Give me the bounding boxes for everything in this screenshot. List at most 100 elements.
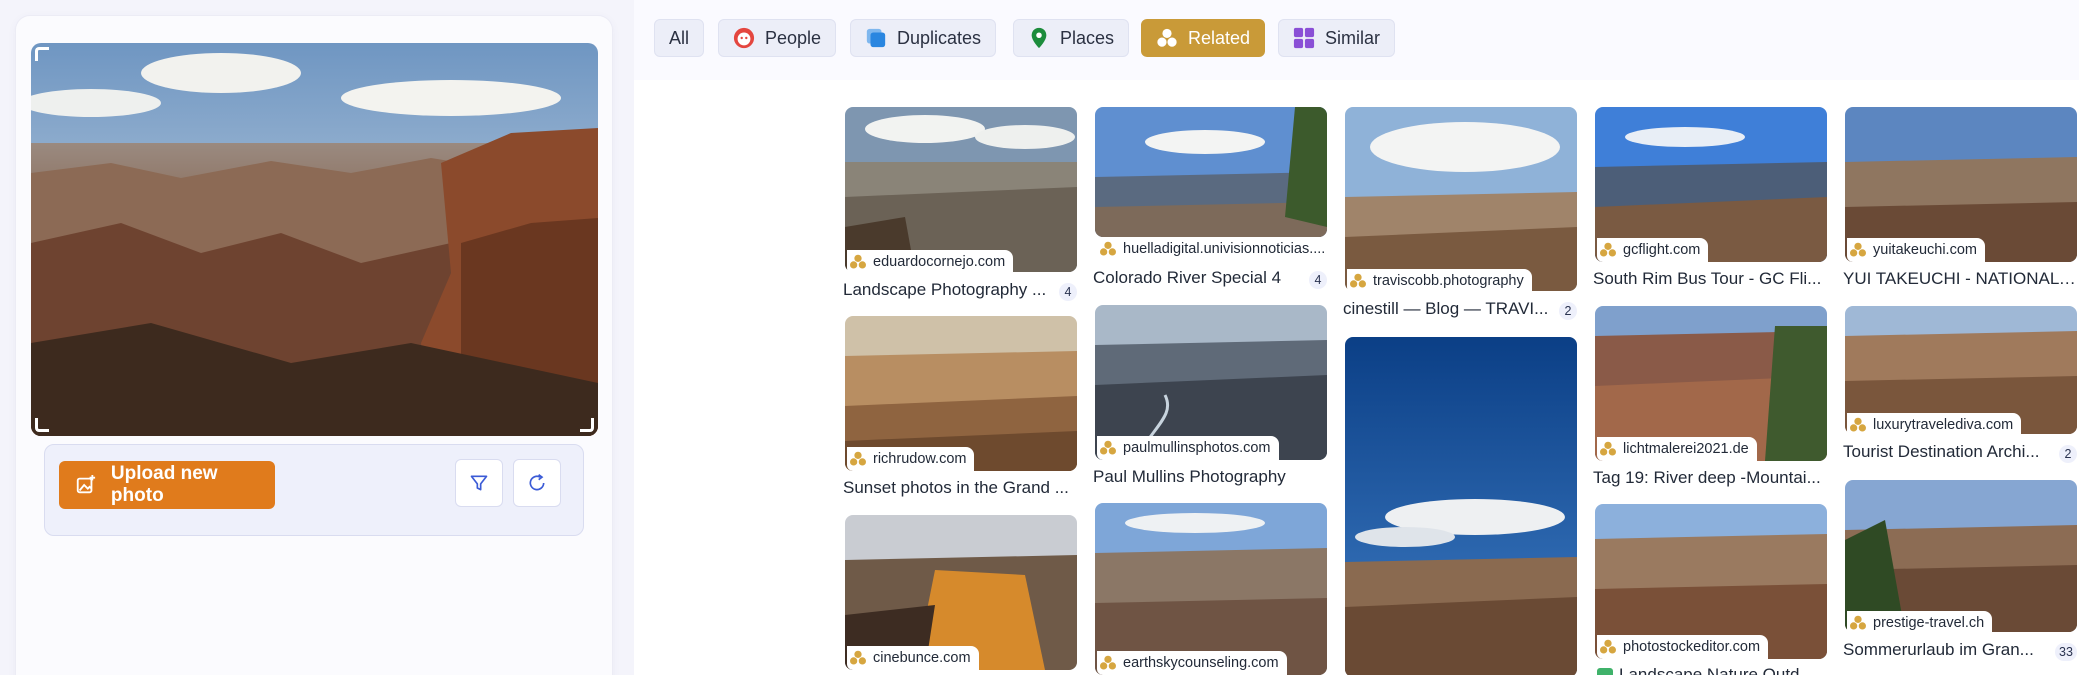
- source-domain: traviscobb.photography: [1373, 273, 1524, 289]
- result-source[interactable]: eduardocornejo.com: [847, 250, 1014, 274]
- result-thumbnail[interactable]: [845, 107, 1077, 272]
- filter-duplicates-tab[interactable]: Duplicates: [850, 19, 997, 57]
- source-domain: huelladigital.univisionnoticias....: [1123, 241, 1326, 257]
- result-source[interactable]: paulmullinsphotos.com: [1097, 436, 1279, 460]
- result-count-badge: 4: [1309, 271, 1327, 289]
- related-dots-icon: [1600, 242, 1616, 257]
- filter-label: Similar: [1325, 27, 1381, 48]
- result-caption[interactable]: Landscape Nature Outd...: [1619, 665, 1819, 675]
- result-thumbnail[interactable]: [1095, 107, 1327, 237]
- filter-similar-tab[interactable]: Similar: [1278, 19, 1396, 57]
- canyon-thumbnail: [845, 107, 1077, 272]
- filter-button[interactable]: [455, 459, 503, 507]
- result-source[interactable]: luxurytravelediva.com: [1847, 413, 2022, 437]
- result-count-badge: 4: [1059, 283, 1077, 301]
- result-source[interactable]: richrudow.com: [847, 447, 975, 471]
- filter-all-tab[interactable]: All: [654, 19, 705, 57]
- add-image-icon: [76, 474, 96, 494]
- source-domain: paulmullinsphotos.com: [1123, 440, 1271, 456]
- result-thumbnail[interactable]: [1345, 107, 1577, 291]
- duplicates-icon: [866, 28, 886, 48]
- related-dots-icon: [1157, 28, 1177, 47]
- result-caption[interactable]: Sunset photos in the Grand ...: [843, 478, 1077, 498]
- result-count-badge: 33: [2055, 643, 2077, 661]
- result-source[interactable]: cinebunce.com: [847, 646, 979, 670]
- result-count-badge: 2: [1559, 302, 1577, 320]
- source-domain: gcflight.com: [1623, 242, 1701, 258]
- source-domain: luxurytravelediva.com: [1873, 417, 2014, 433]
- upload-new-photo-button[interactable]: Upload new photo: [59, 461, 275, 509]
- uploaded-photo-preview: [31, 43, 598, 436]
- checkmark-icon: [1597, 668, 1613, 675]
- related-dots-icon: [1600, 639, 1616, 654]
- result-count-badge: 2: [2059, 445, 2077, 463]
- result-caption[interactable]: Paul Mullins Photography: [1093, 467, 1327, 487]
- canyon-thumbnail: [1345, 337, 1577, 675]
- related-dots-icon: [850, 650, 866, 665]
- upload-panel: Upload new photo: [16, 16, 612, 675]
- result-caption[interactable]: Tag 19: River deep -Mountai...: [1593, 468, 1827, 488]
- source-domain: lichtmalerei2021.de: [1623, 441, 1749, 457]
- canyon-thumbnail: [1095, 503, 1327, 675]
- crop-corner-icon: [580, 418, 594, 432]
- result-source[interactable]: lichtmalerei2021.de: [1597, 437, 1757, 461]
- related-dots-icon: [1100, 241, 1116, 256]
- result-source[interactable]: gcflight.com: [1597, 238, 1709, 262]
- source-domain: eduardocornejo.com: [873, 254, 1006, 270]
- source-domain: photostockeditor.com: [1623, 639, 1761, 655]
- result-thumbnail[interactable]: [1845, 480, 2077, 632]
- source-domain: yuitakeuchi.com: [1873, 242, 1977, 258]
- upload-toolbar: Upload new photo: [44, 444, 584, 536]
- canyon-photo: [31, 43, 598, 436]
- filter-people-tab[interactable]: People: [718, 19, 837, 57]
- filter-label: Duplicates: [897, 27, 982, 48]
- filter-bar: All People Duplicates Places Related Sim…: [634, 0, 2079, 80]
- related-dots-icon: [1850, 242, 1866, 257]
- canyon-thumbnail: [1095, 107, 1327, 237]
- result-caption[interactable]: Colorado River Special 4: [1093, 268, 1298, 288]
- result-caption[interactable]: South Rim Bus Tour - GC Fli...: [1593, 269, 1827, 289]
- canyon-thumbnail: [1345, 107, 1577, 291]
- related-dots-icon: [1100, 655, 1116, 670]
- crop-corner-icon: [35, 418, 49, 432]
- related-dots-icon: [1850, 615, 1866, 630]
- filter-label: People: [765, 27, 822, 48]
- related-dots-icon: [1100, 440, 1116, 455]
- map-pin-icon: [1031, 27, 1047, 49]
- related-dots-icon: [1600, 441, 1616, 456]
- result-source[interactable]: earthskycounseling.com: [1097, 651, 1287, 675]
- result-thumbnail[interactable]: [1345, 337, 1577, 675]
- result-source[interactable]: yuitakeuchi.com: [1847, 238, 1985, 262]
- result-source[interactable]: traviscobb.photography: [1347, 269, 1532, 293]
- result-thumbnail[interactable]: [1095, 503, 1327, 675]
- related-dots-icon: [1850, 417, 1866, 432]
- source-domain: cinebunce.com: [873, 650, 971, 666]
- results-area: All People Duplicates Places Related Sim…: [634, 0, 2079, 675]
- related-dots-icon: [1350, 273, 1366, 288]
- filter-label: Related: [1188, 27, 1251, 48]
- result-caption[interactable]: YUI TAKEUCHI - NATIONAL P...: [1843, 269, 2077, 289]
- result-caption[interactable]: Tourist Destination Archi...: [1843, 442, 2051, 462]
- result-caption[interactable]: cinestill — Blog — TRAVI...: [1343, 299, 1563, 319]
- result-source[interactable]: huelladigital.univisionnoticias....: [1097, 237, 1329, 261]
- result-source[interactable]: photostockeditor.com: [1597, 635, 1769, 659]
- filter-label: All: [669, 27, 690, 48]
- source-domain: richrudow.com: [873, 451, 967, 467]
- canyon-thumbnail: [1845, 480, 2077, 632]
- grid-icon: [1293, 27, 1315, 49]
- crop-corner-icon: [35, 47, 49, 61]
- filter-label: Places: [1060, 27, 1115, 48]
- source-domain: earthskycounseling.com: [1123, 655, 1279, 671]
- related-dots-icon: [850, 254, 866, 269]
- filter-related-tab[interactable]: Related: [1141, 19, 1266, 57]
- result-source[interactable]: prestige-travel.ch: [1847, 611, 1993, 635]
- refresh-icon: [529, 474, 545, 491]
- refresh-button[interactable]: [513, 459, 561, 507]
- upload-button-label: Upload new photo: [110, 463, 218, 506]
- filter-places-tab[interactable]: Places: [1013, 19, 1130, 57]
- source-domain: prestige-travel.ch: [1873, 615, 1985, 631]
- related-dots-icon: [850, 451, 866, 466]
- result-caption[interactable]: Landscape Photography ...: [843, 280, 1058, 300]
- face-icon: [733, 27, 755, 49]
- result-caption[interactable]: Sommerurlaub im Gran...: [1843, 640, 2048, 660]
